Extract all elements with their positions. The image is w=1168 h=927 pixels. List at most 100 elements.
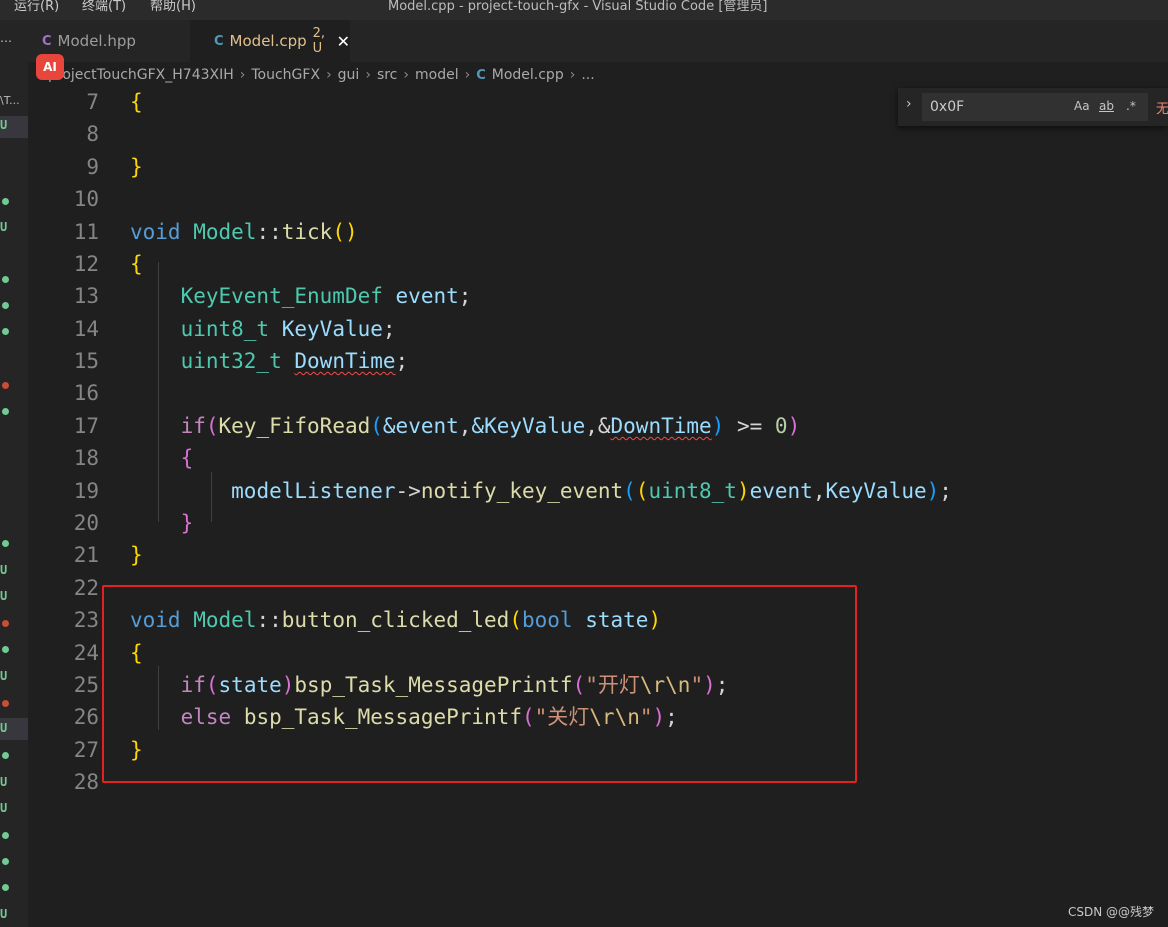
status-dot: [2, 540, 9, 547]
status-dot: [2, 302, 9, 309]
tab-bar: C Model.hpp C Model.cpp 2, U ✕: [28, 20, 1168, 62]
untracked-marker: U: [0, 907, 8, 921]
tab-model-hpp[interactable]: C Model.hpp: [42, 20, 192, 62]
breadcrumb-item[interactable]: src: [377, 67, 397, 83]
line-number: 9: [86, 155, 99, 179]
status-dot: [2, 382, 9, 389]
breadcrumb-item[interactable]: ...: [581, 67, 594, 83]
regex-icon[interactable]: .*: [1126, 99, 1136, 113]
status-dot: [2, 276, 9, 283]
line-number: 22: [73, 576, 99, 600]
match-whole-word-icon[interactable]: ab: [1099, 99, 1114, 113]
status-dot: [2, 858, 9, 865]
line-number: 16: [73, 381, 99, 405]
breadcrumb-item[interactable]: TouchGFX: [251, 67, 320, 83]
code-line: 9 }: [28, 151, 1168, 183]
code-line: 12 {: [28, 248, 1168, 280]
line-number: 25: [73, 673, 99, 697]
line-number: 8: [86, 122, 99, 146]
status-dot: [2, 752, 9, 759]
untracked-marker: U: [0, 775, 8, 789]
code-line: 14 uint8_t KeyValue;: [28, 313, 1168, 345]
chevron-right-icon: ›: [464, 67, 471, 83]
chevron-right-icon: ›: [569, 67, 576, 83]
code-line: 21 }: [28, 539, 1168, 571]
breadcrumb-item[interactable]: gui: [338, 67, 360, 83]
match-case-icon[interactable]: Aa: [1074, 99, 1090, 113]
find-result-text: 无: [1156, 102, 1168, 117]
code-line: 18 {: [28, 442, 1168, 474]
status-dot: [2, 884, 9, 891]
line-number: 21: [73, 543, 99, 567]
breadcrumb-item[interactable]: model: [415, 67, 459, 83]
window-title: Model.cpp - project-touch-gfx - Visual S…: [388, 0, 768, 14]
code-line: 10: [28, 183, 1168, 215]
code-line: 13 KeyEvent_EnumDef event;: [28, 280, 1168, 312]
line-number: 27: [73, 738, 99, 762]
c-plus-plus-icon: C: [42, 33, 52, 49]
breadcrumb-item[interactable]: Model.cpp: [492, 67, 564, 83]
code-line: 19 modelListener->notify_key_event((uint…: [28, 475, 1168, 507]
tab-label: Model.hpp: [57, 32, 136, 50]
c-plus-plus-icon: C: [476, 67, 486, 83]
line-number: 14: [73, 317, 99, 341]
untracked-marker: U: [0, 801, 8, 815]
find-input[interactable]: 0x0F: [922, 93, 1148, 121]
status-dot: [2, 408, 9, 415]
close-icon[interactable]: ✕: [337, 32, 350, 51]
untracked-marker: U: [0, 669, 8, 683]
line-number: 10: [73, 187, 99, 211]
breadcrumb-item[interactable]: projectTouchGFX_H743XIH: [48, 67, 234, 83]
line-number: 20: [73, 511, 99, 535]
untracked-marker: U: [0, 220, 8, 234]
menu-help[interactable]: 帮助(H): [150, 0, 196, 14]
line-number: 12: [73, 252, 99, 276]
untracked-marker: U: [0, 118, 8, 132]
line-number: 23: [73, 608, 99, 632]
breadcrumb: projectTouchGFX_H743XIH › TouchGFX › gui…: [28, 62, 1168, 88]
line-number: 26: [73, 705, 99, 729]
chevron-right-icon[interactable]: ›: [906, 96, 912, 112]
code-line: 15 uint32_t DownTime;: [28, 345, 1168, 377]
explorer-strip: ⋯ \T... U U U U U U U U U: [0, 20, 28, 927]
chevron-right-icon: ›: [239, 67, 246, 83]
code-editor[interactable]: 7 { 8 9 } 10 11 void Model::tick() 12 { …: [28, 86, 1168, 927]
line-number: 19: [73, 479, 99, 503]
code-line: 20 }: [28, 507, 1168, 539]
c-plus-plus-icon: C: [214, 33, 224, 49]
find-widget: › 0x0F Aa ab .* 无: [898, 88, 1168, 126]
more-icon[interactable]: ⋯: [0, 34, 12, 48]
line-number: 17: [73, 414, 99, 438]
code-line: 11 void Model::tick(): [28, 216, 1168, 248]
line-number: 18: [73, 446, 99, 470]
chevron-right-icon: ›: [365, 67, 371, 83]
untracked-marker: U: [0, 563, 8, 577]
line-number: 11: [73, 220, 99, 244]
chevron-right-icon: ›: [326, 67, 332, 83]
status-dot: [2, 198, 9, 205]
chevron-right-icon: ›: [403, 67, 409, 83]
tab-model-cpp[interactable]: C Model.cpp 2, U ✕: [190, 20, 350, 62]
highlight-box: [102, 585, 857, 783]
watermark: CSDN @@残梦: [1068, 905, 1155, 919]
line-number: 7: [86, 90, 99, 114]
code-line: 16: [28, 377, 1168, 409]
untracked-marker: U: [0, 721, 8, 735]
line-number: 24: [73, 641, 99, 665]
problems-badge: 2, U: [312, 26, 326, 56]
title-bar: 运行(R) 终端(T) 帮助(H) Model.cpp - project-to…: [0, 0, 1168, 20]
status-dot: [2, 646, 9, 653]
status-dot: [2, 620, 9, 627]
untracked-marker: U: [0, 589, 8, 603]
menu-terminal[interactable]: 终端(T): [82, 0, 126, 14]
line-number: 28: [73, 770, 99, 794]
status-dot: [2, 832, 9, 839]
line-number: 15: [73, 349, 99, 373]
status-dot: [2, 328, 9, 335]
tab-label: Model.cpp: [229, 32, 307, 50]
explorer-path-fragment: \T...: [0, 94, 20, 107]
status-dot: [2, 700, 9, 707]
menu-run[interactable]: 运行(R): [14, 0, 59, 14]
line-number: 13: [73, 284, 99, 308]
ai-assistant-icon[interactable]: AI: [36, 54, 64, 80]
